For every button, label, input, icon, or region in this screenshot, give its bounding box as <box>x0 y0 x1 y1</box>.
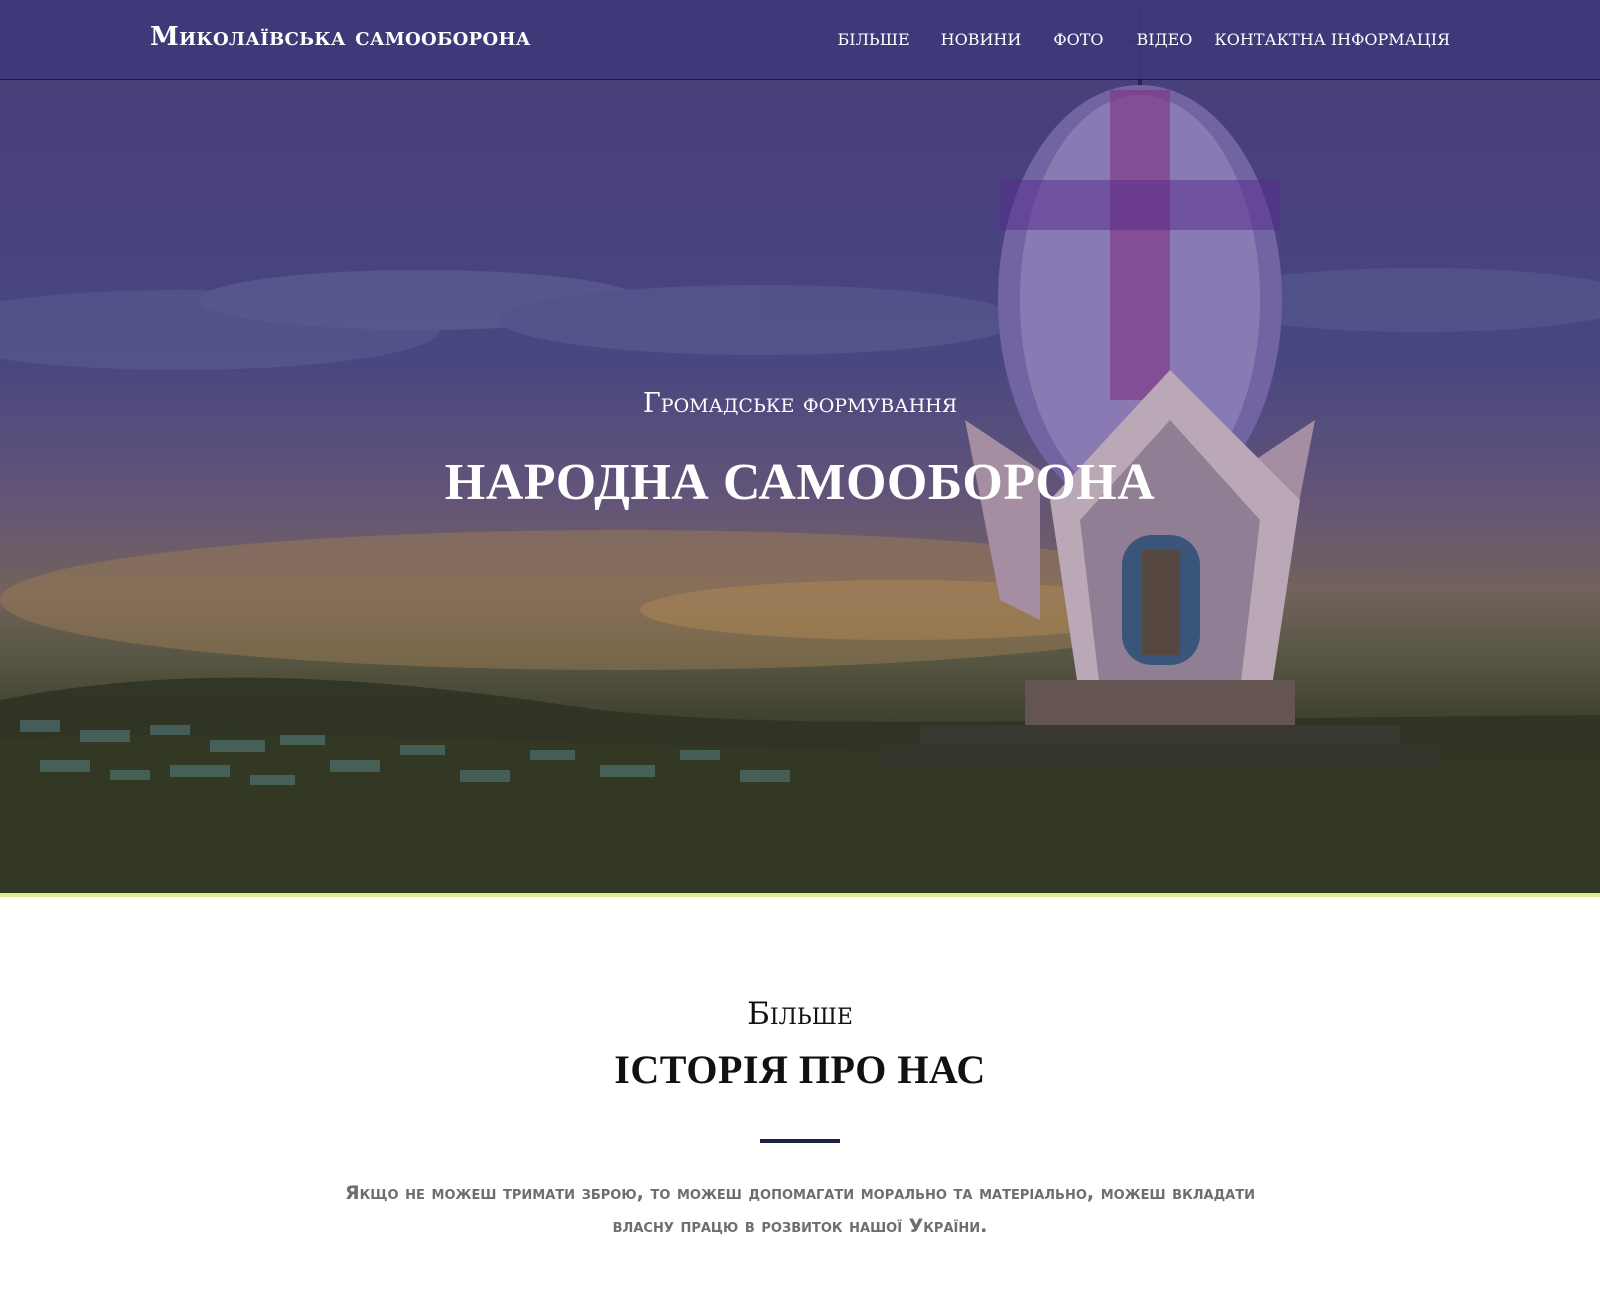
main-nav: БІЛЬШЕ НОВИНИ ФОТО ВІДЕО КОНТАКТНА ІНФОР… <box>837 30 1450 49</box>
hero-accent-line <box>0 893 1600 897</box>
site-logo-text[interactable]: Миколаївська самооборона <box>150 22 531 52</box>
hero-background-image <box>0 0 1600 895</box>
nav-link-more[interactable]: БІЛЬШЕ <box>837 30 909 49</box>
hero-title: НАРОДНА САМООБОРОНА <box>444 454 1156 511</box>
section-divider <box>760 1139 840 1143</box>
top-navbar: Миколаївська самооборона БІЛЬШЕ НОВИНИ Ф… <box>0 0 1600 80</box>
about-kicker: Більше <box>747 996 853 1032</box>
nav-link-contacts[interactable]: КОНТАКТНА ІНФОРМАЦІЯ <box>1214 30 1450 49</box>
hero-subtitle: Громадське формування <box>642 388 958 419</box>
about-text: Якщо не можеш тримати зброю, то можеш до… <box>345 1182 1255 1237</box>
nav-link-photo[interactable]: ФОТО <box>1053 30 1103 49</box>
hero-section: Миколаївська самооборона БІЛЬШЕ НОВИНИ Ф… <box>0 0 1600 895</box>
about-title: ІСТОРІЯ ПРО НАС <box>614 1047 986 1092</box>
nav-link-video[interactable]: ВІДЕО <box>1137 30 1193 49</box>
nav-link-news[interactable]: НОВИНИ <box>941 30 1022 49</box>
